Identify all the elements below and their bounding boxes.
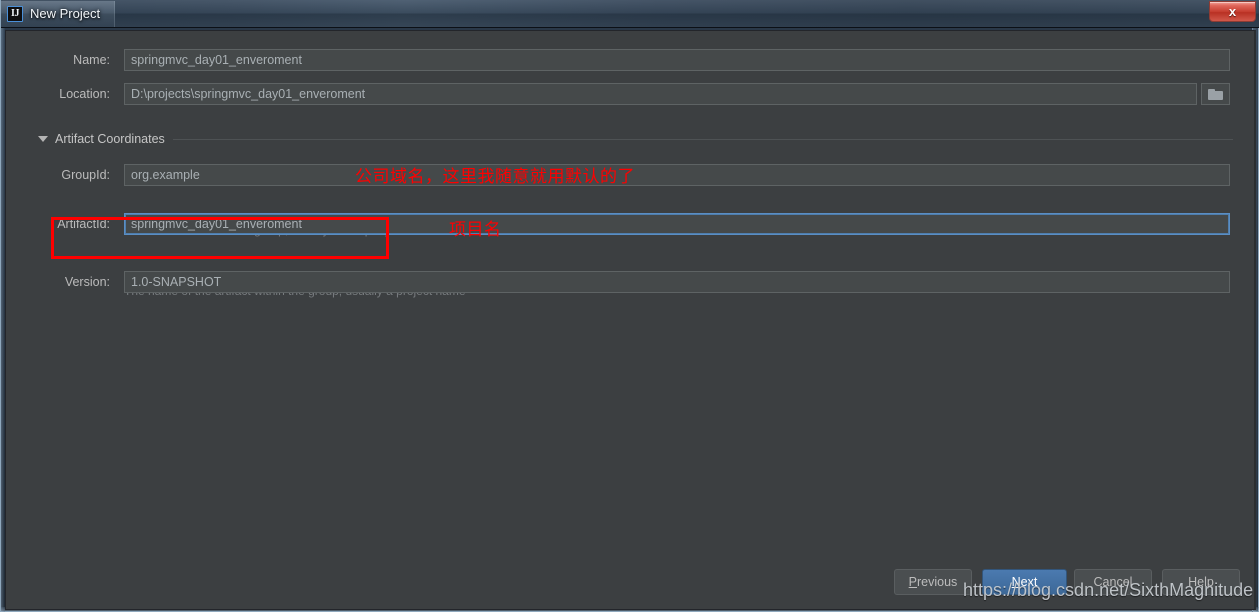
desktop-backdrop: New Project x Name: Location: xyxy=(0,0,1259,612)
location-label: Location: xyxy=(59,87,110,101)
annotation-artifactid-note: 项目名 xyxy=(449,220,502,240)
name-input[interactable] xyxy=(124,49,1230,71)
version-field-row: Version: xyxy=(26,271,1236,293)
intellij-idea-icon xyxy=(7,5,23,22)
location-input[interactable] xyxy=(124,83,1197,105)
artifact-coordinates-section-header[interactable]: Artifact Coordinates xyxy=(38,130,1233,148)
triangle-down-icon xyxy=(38,136,48,142)
section-divider xyxy=(172,138,1233,140)
groupid-input[interactable] xyxy=(124,164,1230,186)
new-project-dialog-window: New Project x Name: Location: xyxy=(0,0,1259,612)
location-field-row: Location: xyxy=(26,83,1236,105)
watermark-url: https://blog.csdn.net/SixthMagnitude xyxy=(963,580,1254,600)
artifact-coordinates-title: Artifact Coordinates xyxy=(55,132,165,146)
annotation-highlight-box xyxy=(51,217,389,259)
name-field-row: Name: xyxy=(26,49,1236,71)
previous-button[interactable]: Previous xyxy=(894,569,972,595)
dialog-content: Name: Location: Artifact Coordinates Gro… xyxy=(5,30,1256,610)
version-label: Version: xyxy=(64,275,110,289)
close-icon: x xyxy=(1228,4,1237,19)
titlebar-caption-area: New Project xyxy=(1,0,116,27)
folder-icon xyxy=(1208,88,1223,100)
annotation-groupid-note: 公司域名，这里我随意就用默认的了 xyxy=(355,167,635,187)
version-input[interactable] xyxy=(124,271,1230,293)
close-button[interactable]: x xyxy=(1209,1,1256,22)
groupid-label: GroupId: xyxy=(61,168,110,182)
previous-button-label: Previous xyxy=(908,575,958,589)
dialog-titlebar: New Project x xyxy=(1,0,1259,28)
name-label: Name: xyxy=(73,53,110,67)
browse-location-button[interactable] xyxy=(1201,83,1230,105)
window-title: New Project xyxy=(30,6,101,21)
